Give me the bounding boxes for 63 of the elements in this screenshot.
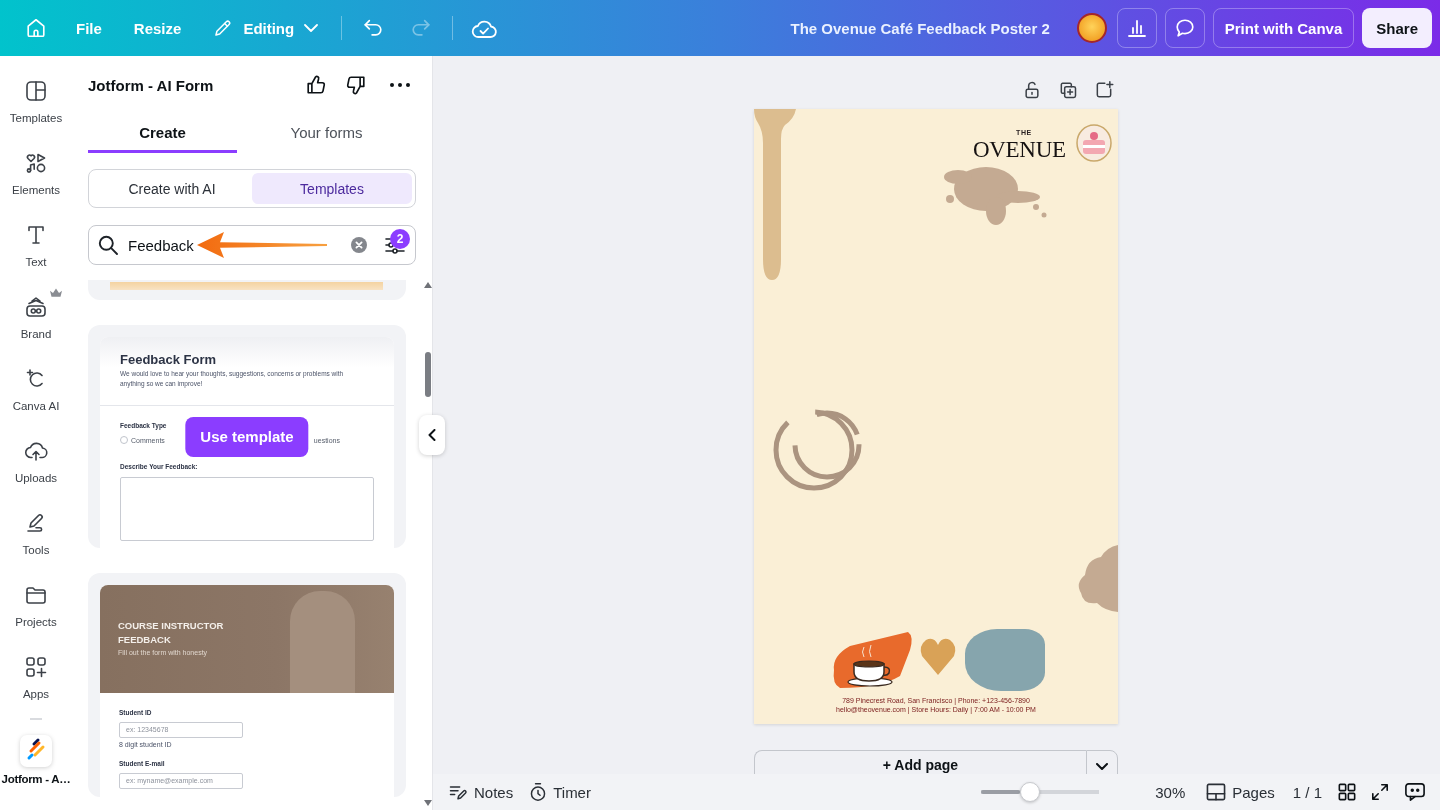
search-input[interactable]: Feedback: [128, 236, 195, 254]
logo-text: OVENUE: [973, 138, 1066, 162]
panel-title: Jotform - AI Form: [88, 76, 215, 94]
chevron-down-icon: [1096, 763, 1108, 770]
comments-button[interactable]: [1164, 8, 1205, 48]
clear-icon[interactable]: [351, 237, 367, 253]
more-icon[interactable]: [390, 83, 410, 87]
add-page-icon[interactable]: [1094, 80, 1114, 100]
bar-chart-icon: [1126, 18, 1147, 38]
zoom-level-button[interactable]: 30%: [1155, 776, 1186, 808]
page-number-button[interactable]: 1 / 1: [1292, 776, 1322, 808]
document-title[interactable]: The Ovenue Café Feedback Poster 2: [790, 19, 1050, 37]
sidebar-item[interactable]: Tools: [0, 504, 72, 568]
share-button[interactable]: Share: [1362, 8, 1432, 48]
scroll-up-icon[interactable]: [424, 282, 432, 288]
search-field[interactable]: Feedback 2: [88, 225, 416, 265]
print-button[interactable]: Print with Canva: [1212, 8, 1355, 48]
scrollbar-thumb[interactable]: [425, 352, 431, 397]
use-template-button[interactable]: Use template: [185, 416, 309, 457]
filter-count-badge: 2: [390, 229, 410, 249]
tab[interactable]: Your forms: [252, 113, 401, 153]
kit-box-icon: [24, 295, 48, 319]
grid-view-icon[interactable]: [1338, 783, 1356, 801]
scroll-down-icon[interactable]: [424, 800, 432, 806]
speech-bubble-icon: [1173, 17, 1196, 39]
apps-grid-icon: [24, 655, 48, 679]
collapse-panel-button[interactable]: [419, 415, 445, 455]
form-title: Feedback Form: [120, 353, 218, 367]
segment-button[interactable]: Create with AI: [92, 173, 252, 204]
sidebar-item[interactable]: Apps: [0, 648, 72, 712]
layout-icon: [24, 79, 48, 103]
chevron-down-icon: [304, 24, 319, 32]
unlock-icon[interactable]: [1022, 80, 1042, 100]
fullscreen-icon[interactable]: [1371, 783, 1389, 801]
timer-icon: [529, 782, 548, 802]
thumbs-down-icon[interactable]: [345, 74, 367, 96]
insights-button[interactable]: [1116, 8, 1157, 48]
segment-button[interactable]: Templates: [252, 173, 412, 204]
redo-icon: [410, 17, 433, 39]
notes-button[interactable]: Notes: [448, 776, 514, 808]
sidebar-item[interactable]: Projects: [0, 576, 72, 640]
timer-button[interactable]: Timer: [529, 776, 591, 808]
sidebar-item[interactable]: Text: [0, 216, 72, 280]
pages-icon: [1206, 783, 1227, 801]
shapes-icon: [24, 151, 48, 175]
sidebar-item[interactable]: Canva AI: [0, 360, 72, 424]
sidebar-item[interactable]: Jotform - A…: [0, 735, 72, 787]
help-chat-icon[interactable]: [1404, 782, 1426, 802]
thumbs-up-icon[interactable]: [305, 74, 327, 96]
chevron-left-icon: [428, 429, 436, 441]
sidebar-item[interactable]: Templates: [0, 72, 72, 136]
zoom-slider-thumb[interactable]: [1019, 782, 1040, 802]
pages-button[interactable]: Pages: [1206, 776, 1275, 808]
sidebar-item[interactable]: Brand: [0, 288, 72, 352]
tab[interactable]: Create: [88, 113, 237, 153]
form-title: COURSE INSTRUCTOR FEEDBACK: [118, 619, 225, 647]
sidebar-item[interactable]: Uploads: [0, 432, 72, 496]
duplicate-icon[interactable]: [1058, 80, 1078, 100]
cake-logo-icon: [1076, 124, 1112, 162]
search-icon: [98, 235, 118, 255]
sidebar-item[interactable]: Elements: [0, 144, 72, 208]
avatar-icon[interactable]: [1076, 13, 1107, 43]
undo-icon: [362, 17, 385, 39]
